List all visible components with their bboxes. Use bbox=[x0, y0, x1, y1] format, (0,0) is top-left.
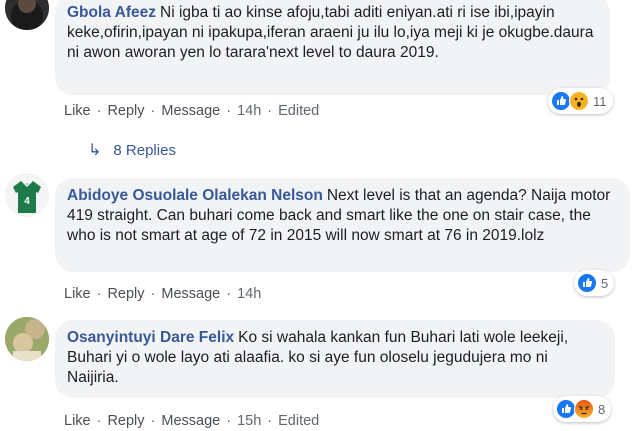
message-link[interactable]: Message bbox=[161, 286, 220, 302]
angry-icon bbox=[574, 399, 594, 419]
comment-bubble: Osanyintuyi Dare Felix Ko si wahala kanka… bbox=[55, 320, 615, 398]
reply-link[interactable]: Reply bbox=[107, 103, 144, 119]
like-link[interactable]: Like bbox=[64, 413, 91, 429]
reply-arrow-icon: ↳ bbox=[88, 142, 102, 159]
reaction-count: 11 bbox=[593, 93, 607, 109]
message-link[interactable]: Message bbox=[161, 413, 220, 429]
comment-bubble: Gbola Afeez Ni igba ti ao kinse afoju,tab… bbox=[55, 0, 610, 95]
like-icon bbox=[551, 91, 571, 111]
reply-link[interactable]: Reply bbox=[107, 413, 144, 429]
avatar[interactable] bbox=[5, 317, 49, 361]
reaction-count: 5 bbox=[601, 275, 609, 291]
edited-label[interactable]: Edited bbox=[278, 413, 319, 429]
timestamp[interactable]: 14h bbox=[237, 103, 261, 119]
comment-actions: Like · Reply · Message · 15h · Edited bbox=[64, 413, 320, 429]
jersey-number: 4 bbox=[24, 196, 30, 207]
timestamp[interactable]: 15h bbox=[237, 413, 261, 429]
reaction-summary[interactable]: 5 bbox=[574, 270, 615, 296]
comment-actions: Like · Reply · Message · 14h · Edited bbox=[64, 103, 320, 119]
comment-bubble: Abidoye Osuolale Olalekan Nelson Next lev… bbox=[55, 178, 630, 272]
wow-icon bbox=[569, 91, 589, 111]
timestamp[interactable]: 14h bbox=[237, 286, 261, 302]
comment-author[interactable]: Osanyintuyi Dare Felix bbox=[67, 329, 234, 346]
reaction-summary[interactable]: 11 bbox=[548, 88, 613, 114]
edited-label[interactable]: Edited bbox=[278, 103, 319, 119]
comment-author[interactable]: Gbola Afeez bbox=[67, 4, 156, 21]
reaction-summary[interactable]: 8 bbox=[553, 396, 612, 422]
avatar[interactable]: 4 bbox=[5, 173, 49, 217]
like-icon bbox=[556, 399, 576, 419]
like-icon bbox=[577, 273, 597, 293]
comment-actions: Like · Reply · Message · 14h bbox=[64, 286, 262, 302]
reply-link[interactable]: Reply bbox=[107, 286, 144, 302]
comment-author[interactable]: Abidoye Osuolale Olalekan Nelson bbox=[67, 187, 323, 204]
like-link[interactable]: Like bbox=[64, 103, 91, 119]
avatar[interactable] bbox=[5, 0, 49, 30]
replies-count: 8 Replies bbox=[113, 142, 176, 159]
view-replies-link[interactable]: ↳ 8 Replies bbox=[88, 140, 176, 160]
message-link[interactable]: Message bbox=[161, 103, 220, 119]
like-link[interactable]: Like bbox=[64, 286, 91, 302]
reaction-count: 8 bbox=[598, 401, 606, 417]
